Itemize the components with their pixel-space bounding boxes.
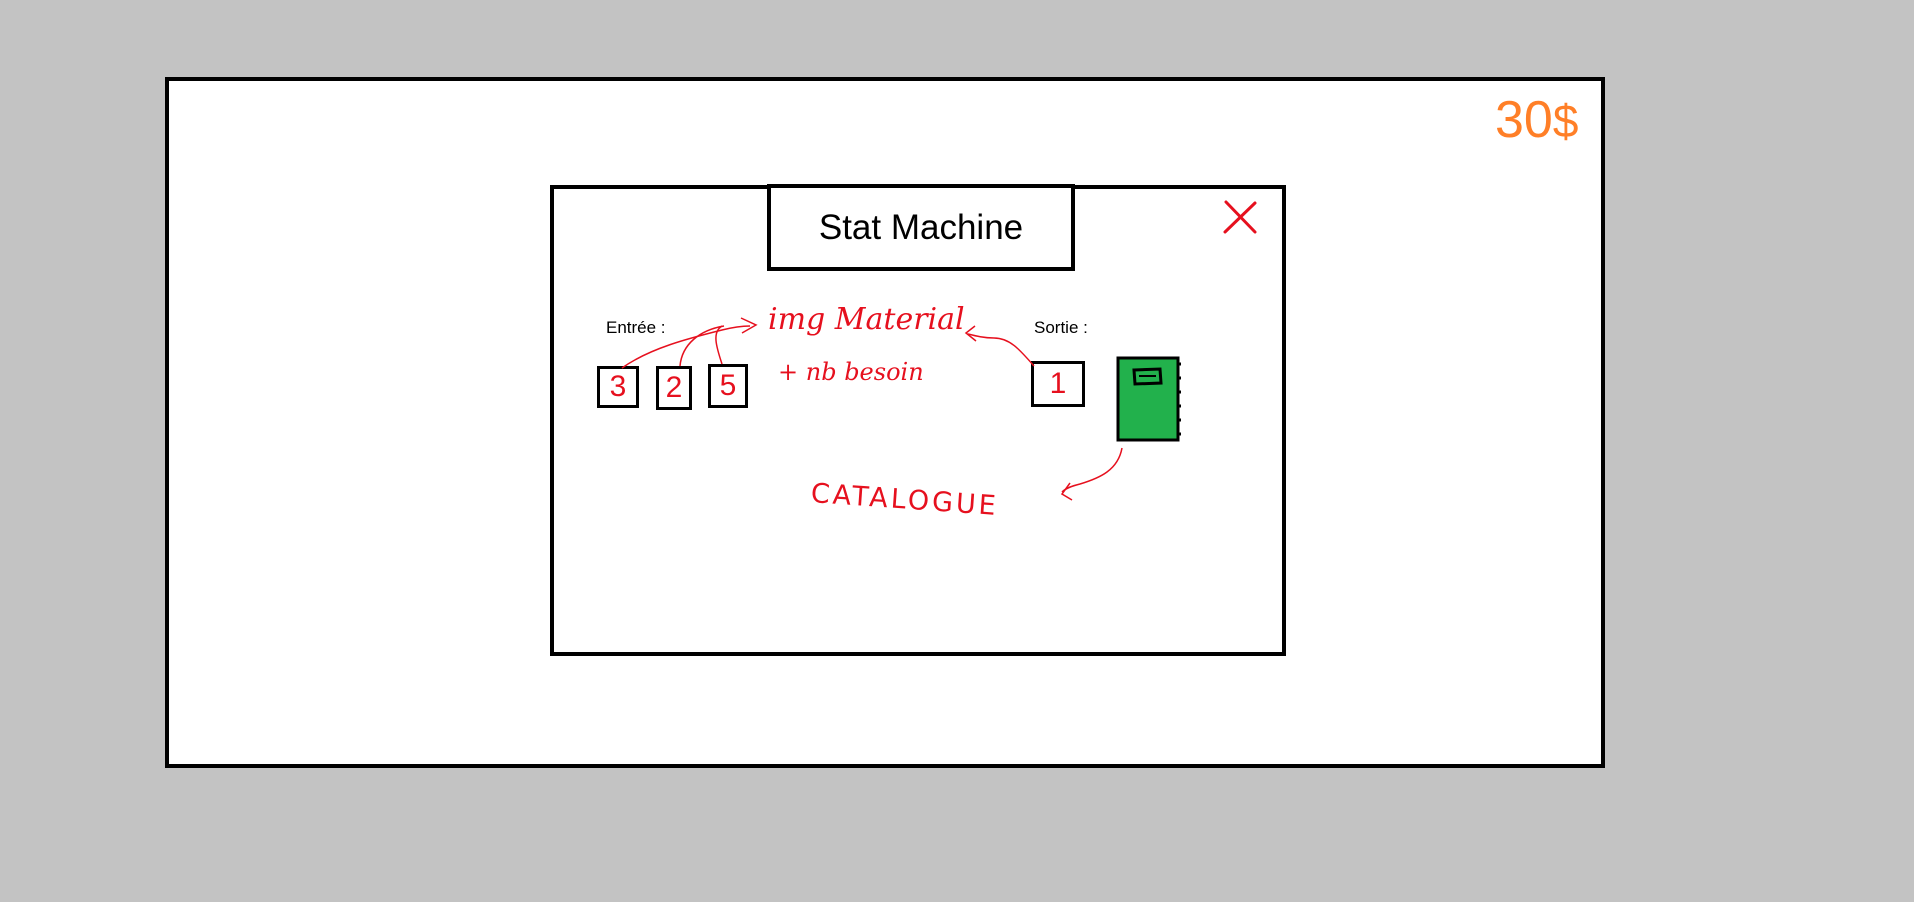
input-label: Entrée : [606,318,666,337]
money-counter: 30$ [1495,90,1578,150]
dialog-title: Stat Machine [767,184,1075,271]
output-slot-1-count: 1 [1049,367,1067,400]
close-icon [1223,200,1257,234]
material-note-line1: img Material [768,302,965,337]
close-button[interactable] [1220,198,1260,238]
money-amount: 30 [1495,91,1553,149]
catalogue-button[interactable] [1116,356,1182,442]
input-slot-3-count: 5 [719,369,737,402]
material-note-line2: + nb besoin [778,358,924,386]
input-slot-3[interactable]: 5 [708,364,748,408]
input-slot-2[interactable]: 2 [656,366,692,410]
money-symbol: $ [1552,95,1579,147]
input-slot-1[interactable]: 3 [597,366,639,408]
output-slot-1[interactable]: 1 [1031,361,1085,407]
input-slot-1-count: 3 [609,370,627,403]
book-icon [1116,356,1181,442]
input-slot-2-count: 2 [665,371,683,404]
dialog-title-text: Stat Machine [818,207,1024,247]
output-label: Sortie : [1034,318,1088,337]
